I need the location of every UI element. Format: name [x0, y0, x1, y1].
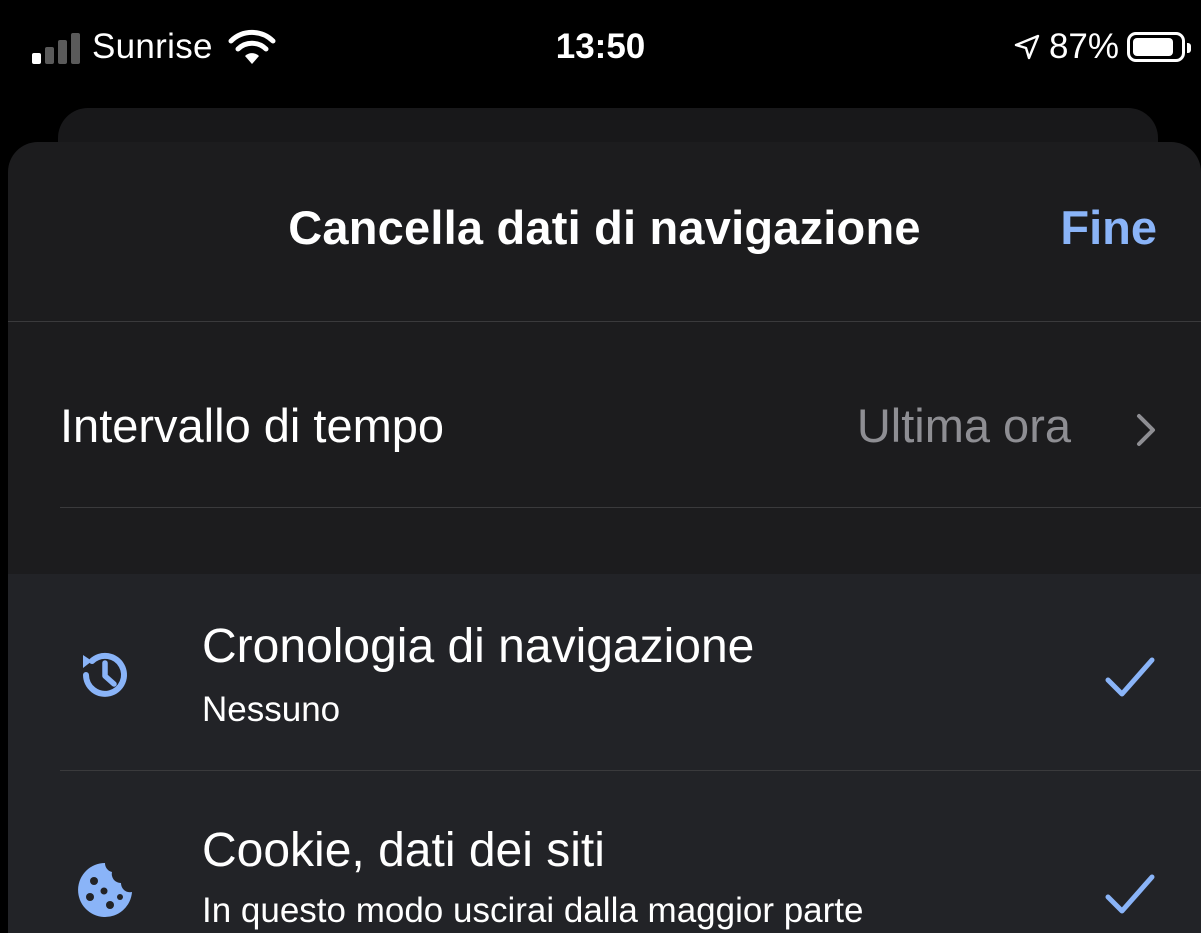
- section-gap: [8, 508, 1201, 574]
- done-button[interactable]: Fine: [1060, 200, 1157, 255]
- cookie-icon: [78, 863, 132, 917]
- list-item-subtitle: In questo modo uscirai dalla maggior par…: [202, 891, 864, 930]
- list-item-title: Cookie, dati dei siti: [202, 824, 605, 877]
- time-range-value: Ultima ora: [856, 399, 1071, 452]
- time-range-label: Intervallo di tempo: [60, 399, 445, 452]
- list-item-browsing-history[interactable]: Cronologia di navigazione Nessuno: [8, 574, 1201, 771]
- data-types-list: Cronologia di navigazione Nessuno Cookie…: [8, 574, 1201, 933]
- list-item-cookies-site-data[interactable]: Cookie, dati dei siti In questo modo usc…: [8, 771, 1201, 933]
- list-item-subtitle: Nessuno: [202, 690, 341, 729]
- history-icon: [83, 652, 127, 697]
- page-title: Cancella dati di navigazione: [288, 201, 921, 254]
- battery-icon: [1127, 32, 1191, 62]
- battery-cap: [1187, 43, 1191, 53]
- screen: Sunrise 13:50 87% Cancella dati di navig…: [0, 0, 1201, 933]
- checkmark-icon: [1105, 657, 1155, 697]
- status-bar: Sunrise 13:50 87%: [0, 0, 1201, 100]
- battery-percentage: 87%: [1048, 27, 1119, 66]
- list-item-title: Cronologia di navigazione: [202, 620, 755, 673]
- location-arrow-icon: [1014, 34, 1040, 60]
- status-right: 87%: [1013, 22, 1191, 72]
- navigation-bar: Cancella dati di navigazione Fine: [8, 142, 1201, 322]
- battery-level: [1133, 38, 1174, 56]
- checkmark-icon: [1105, 874, 1155, 914]
- clear-browsing-data-sheet: Cancella dati di navigazione Fine Interv…: [8, 142, 1201, 933]
- chevron-right-icon: [1137, 414, 1155, 446]
